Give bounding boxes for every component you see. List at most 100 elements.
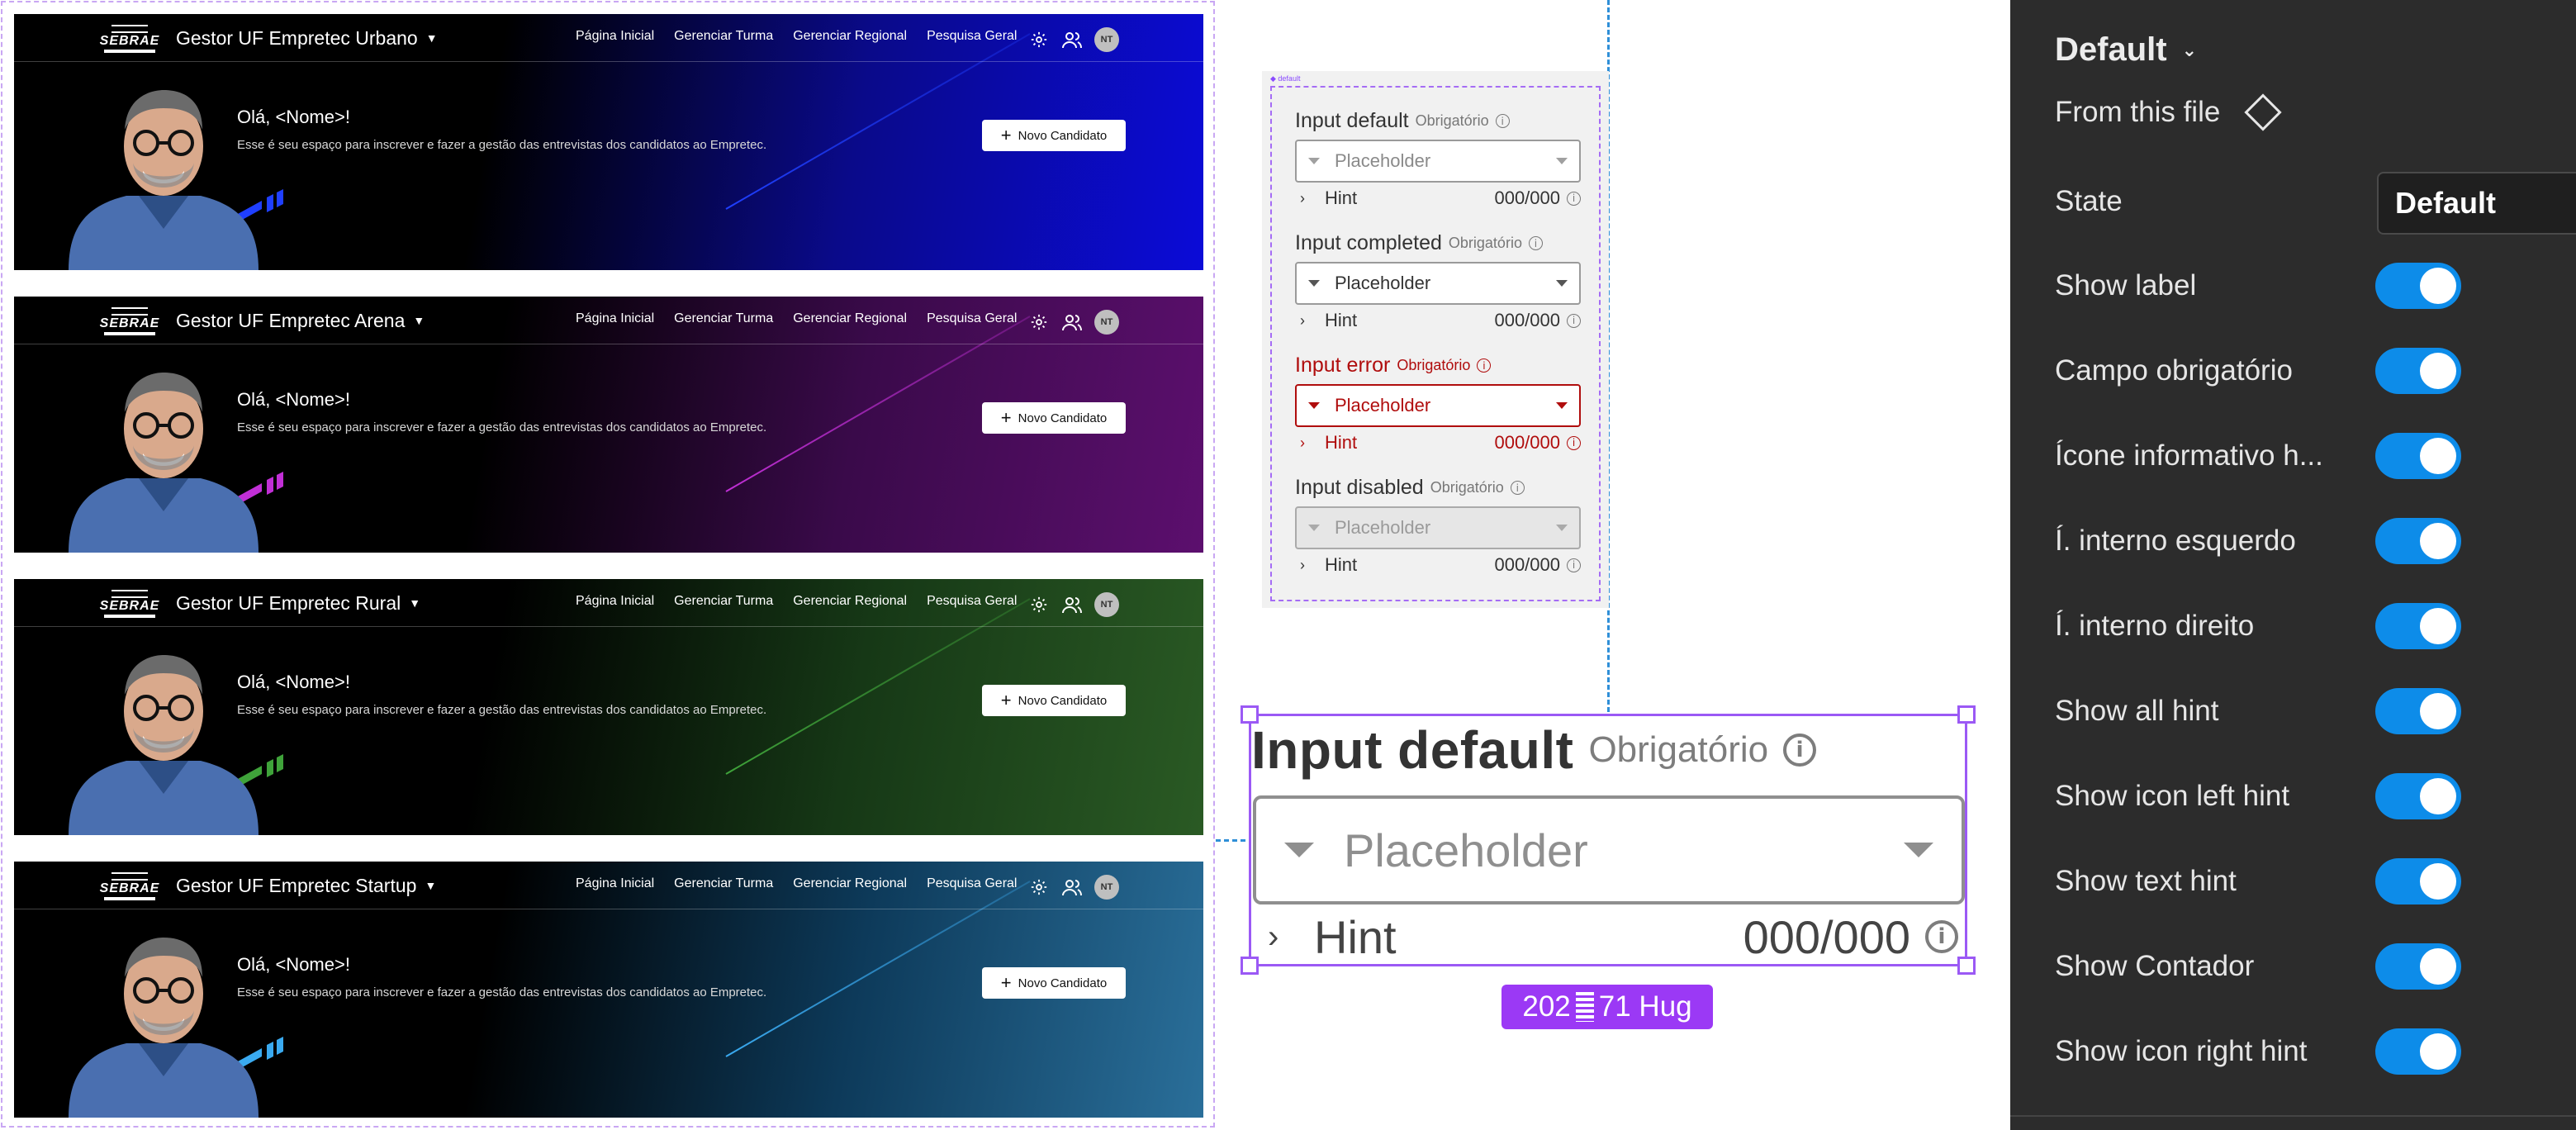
field-select-input[interactable]: Placeholder bbox=[1295, 140, 1581, 183]
avatar[interactable]: NT bbox=[1094, 310, 1119, 335]
avatar[interactable]: NT bbox=[1094, 875, 1119, 900]
field-counter: 000/000 bbox=[1494, 432, 1560, 453]
toggle-switch[interactable] bbox=[2375, 603, 2461, 649]
component-diamond-icon[interactable] bbox=[2244, 93, 2282, 131]
gear-icon[interactable] bbox=[1028, 311, 1050, 333]
field-select-input[interactable]: Placeholder bbox=[1295, 384, 1581, 427]
toggle-switch[interactable] bbox=[2375, 433, 2461, 479]
banner-app-title[interactable]: Gestor UF Empretec Startup ▼ bbox=[176, 871, 436, 900]
toggle-switch[interactable] bbox=[2375, 858, 2461, 904]
banner-app-title[interactable]: Gestor UF Empretec Rural ▼ bbox=[176, 589, 420, 617]
field-select-input: Placeholder bbox=[1295, 506, 1581, 549]
new-candidate-button[interactable]: + Novo Candidato bbox=[982, 685, 1126, 716]
selected-placeholder: Placeholder bbox=[1344, 824, 1588, 876]
component-variants[interactable]: Input default Obrigatório i Placeholder … bbox=[1270, 86, 1601, 601]
new-candidate-button[interactable]: + Novo Candidato bbox=[982, 120, 1126, 151]
banners-frame[interactable]: SEBRAE Gestor UF Empretec Urbano ▼ Págin… bbox=[1, 1, 1215, 1128]
sebrae-logo[interactable]: SEBRAE bbox=[100, 870, 159, 903]
chevron-right-icon: › bbox=[1300, 434, 1305, 451]
toggle-switch[interactable] bbox=[2375, 773, 2461, 819]
nav-item-pagina-inicial[interactable]: Página Inicial bbox=[576, 311, 654, 326]
field-hint-row: › Hint 000/000 i bbox=[1295, 310, 1581, 331]
users-icon[interactable] bbox=[1061, 594, 1083, 615]
size-width: 202 bbox=[1522, 990, 1571, 1023]
field-default: Input default Obrigatório i Placeholder … bbox=[1295, 109, 1581, 209]
selected-select-input[interactable]: Placeholder bbox=[1253, 795, 1965, 904]
accent-stripe bbox=[267, 194, 273, 212]
toggle-switch[interactable] bbox=[2375, 348, 2461, 394]
toggle-switch[interactable] bbox=[2375, 1028, 2461, 1075]
gear-icon[interactable] bbox=[1028, 594, 1050, 615]
chevron-down-icon[interactable] bbox=[1904, 843, 1933, 857]
nav-item-gerenciar-turma[interactable]: Gerenciar Turma bbox=[674, 29, 773, 44]
banner-app-title[interactable]: Gestor UF Empretec Urbano ▼ bbox=[176, 24, 438, 52]
info-icon: i bbox=[1528, 236, 1543, 250]
gear-icon[interactable] bbox=[1028, 29, 1050, 50]
sebrae-logo[interactable]: SEBRAE bbox=[100, 305, 159, 338]
toggle-switch[interactable] bbox=[2375, 688, 2461, 734]
component-sheet[interactable]: ◆ default Input default Obrigatório i Pl… bbox=[1262, 71, 1609, 608]
users-icon[interactable] bbox=[1061, 876, 1083, 898]
toggle-switch[interactable] bbox=[2375, 263, 2461, 309]
field-placeholder: Placeholder bbox=[1335, 395, 1431, 415]
toggle-row: Show icon right hint bbox=[2055, 1027, 2567, 1076]
users-icon[interactable] bbox=[1061, 311, 1083, 333]
toggle-label: Campo obrigatório bbox=[2055, 354, 2293, 387]
nav-item-gerenciar-turma[interactable]: Gerenciar Turma bbox=[674, 594, 773, 609]
plus-icon: + bbox=[1000, 972, 1012, 993]
chevron-right-icon: › bbox=[1268, 918, 1279, 955]
info-icon: i bbox=[1567, 313, 1581, 328]
nav-item-pagina-inicial[interactable]: Página Inicial bbox=[576, 876, 654, 891]
nav-item-pesquisa-geral[interactable]: Pesquisa Geral bbox=[927, 876, 1017, 891]
sebrae-logo[interactable]: SEBRAE bbox=[100, 587, 159, 620]
banner-topbar: SEBRAE Gestor UF Empretec Startup ▼ Pági… bbox=[14, 862, 1203, 909]
state-select[interactable]: Default bbox=[2377, 172, 2576, 235]
logo-text: SEBRAE bbox=[99, 881, 160, 895]
selected-component[interactable]: Input default Obrigatório i Placeholder … bbox=[1241, 705, 1976, 975]
field-disabled: Input disabled Obrigatório i Placeholder… bbox=[1295, 476, 1581, 576]
nav-item-gerenciar-turma[interactable]: Gerenciar Turma bbox=[674, 876, 773, 891]
nav-item-pesquisa-geral[interactable]: Pesquisa Geral bbox=[927, 29, 1017, 44]
field-label-row: Input default Obrigatório i bbox=[1295, 109, 1581, 133]
nav-item-gerenciar-turma[interactable]: Gerenciar Turma bbox=[674, 311, 773, 326]
toggle-switch[interactable] bbox=[2375, 518, 2461, 564]
toggle-switch[interactable] bbox=[2375, 943, 2461, 990]
greeting: Olá, <Nome>! bbox=[237, 389, 350, 410]
toggle-row: Í. interno direito bbox=[2055, 601, 2567, 651]
nav-item-gerenciar-regional[interactable]: Gerenciar Regional bbox=[793, 29, 907, 44]
nav-item-pesquisa-geral[interactable]: Pesquisa Geral bbox=[927, 594, 1017, 609]
field-select-input[interactable]: Placeholder bbox=[1295, 262, 1581, 305]
toggle-label: Show icon left hint bbox=[2055, 780, 2290, 812]
chevron-down-icon bbox=[1556, 402, 1568, 409]
component-title[interactable]: Default ⌄ bbox=[2055, 31, 2197, 69]
field-hint-row: › Hint 000/000 i bbox=[1295, 188, 1581, 209]
sebrae-logo[interactable]: SEBRAE bbox=[100, 22, 159, 55]
person-photo bbox=[69, 90, 259, 270]
users-icon[interactable] bbox=[1061, 29, 1083, 50]
gear-icon[interactable] bbox=[1028, 876, 1050, 898]
new-candidate-button[interactable]: + Novo Candidato bbox=[982, 967, 1126, 999]
banner-topbar: SEBRAE Gestor UF Empretec Arena ▼ Página… bbox=[14, 297, 1203, 344]
nav-item-pesquisa-geral[interactable]: Pesquisa Geral bbox=[927, 311, 1017, 326]
nav-item-pagina-inicial[interactable]: Página Inicial bbox=[576, 29, 654, 44]
caret-down-icon bbox=[1308, 402, 1320, 409]
nav-item-gerenciar-regional[interactable]: Gerenciar Regional bbox=[793, 594, 907, 609]
field-label: Input disabled bbox=[1295, 476, 1424, 499]
banner-icons: NT bbox=[1028, 310, 1119, 335]
avatar[interactable]: NT bbox=[1094, 27, 1119, 52]
toggle-row: Í. interno esquerdo bbox=[2055, 516, 2567, 566]
field-label: Input error bbox=[1295, 354, 1391, 377]
banner-app-title[interactable]: Gestor UF Empretec Arena ▼ bbox=[176, 306, 425, 335]
nav-item-gerenciar-regional[interactable]: Gerenciar Regional bbox=[793, 311, 907, 326]
nav-item-gerenciar-regional[interactable]: Gerenciar Regional bbox=[793, 876, 907, 891]
field-hint: Hint bbox=[1325, 554, 1358, 575]
new-candidate-button[interactable]: + Novo Candidato bbox=[982, 402, 1126, 434]
accent-stripe bbox=[267, 759, 273, 777]
from-this-file[interactable]: From this file bbox=[2055, 93, 2282, 131]
state-row: State Default bbox=[2055, 172, 2576, 235]
chevron-down-icon[interactable]: ⌄ bbox=[2182, 40, 2197, 61]
avatar[interactable]: NT bbox=[1094, 592, 1119, 617]
welcome-subtitle: Esse é seu espaço para inscrever e fazer… bbox=[237, 420, 767, 434]
resize-handle-tr[interactable] bbox=[1957, 705, 1976, 724]
nav-item-pagina-inicial[interactable]: Página Inicial bbox=[576, 594, 654, 609]
